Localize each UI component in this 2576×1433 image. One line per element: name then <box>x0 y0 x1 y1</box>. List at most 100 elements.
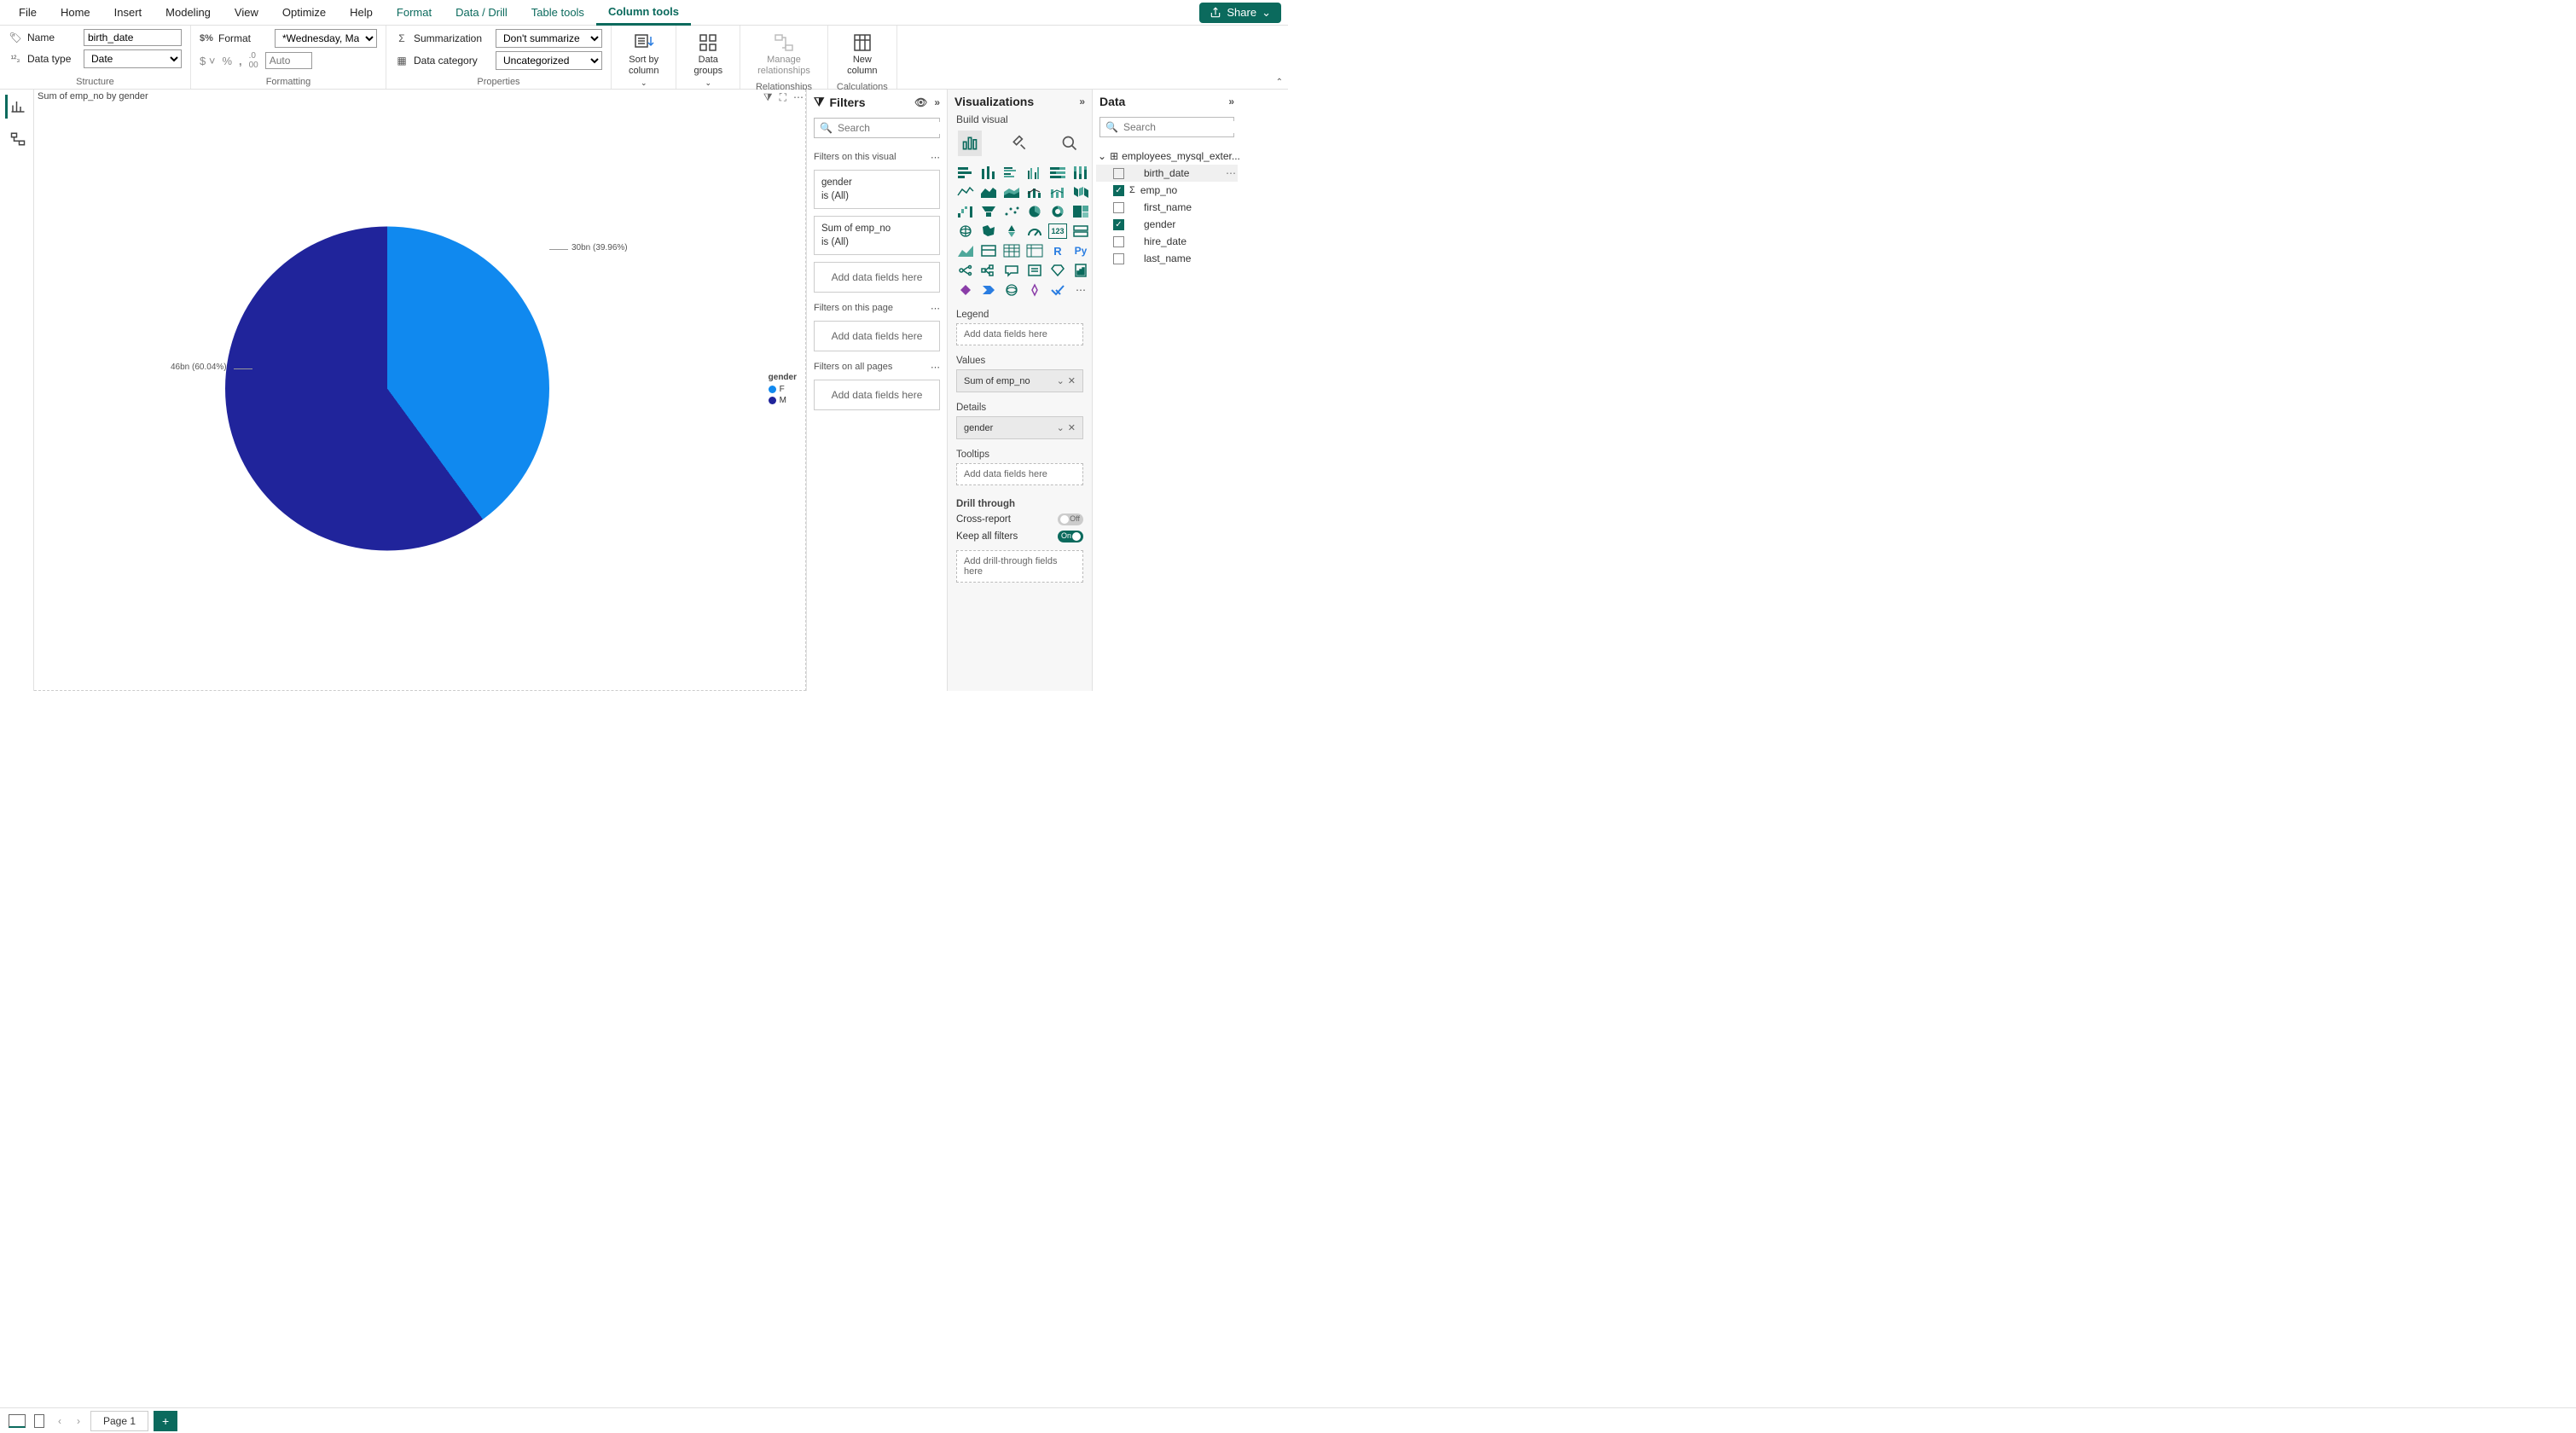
summarization-select[interactable]: Don't summarize <box>496 29 602 48</box>
viz-clustered-bar[interactable] <box>1002 165 1021 180</box>
filters-page-add[interactable]: Add data fields here <box>814 321 940 351</box>
menu-home[interactable]: Home <box>49 0 102 26</box>
more-icon[interactable]: ⋯ <box>1226 167 1236 179</box>
legend-well[interactable]: Add data fields here <box>956 323 1083 345</box>
checkbox-icon[interactable] <box>1113 168 1124 179</box>
menu-optimize[interactable]: Optimize <box>270 0 338 26</box>
keep-filters-toggle[interactable]: On <box>1058 531 1083 542</box>
viz-tab-format[interactable] <box>1007 131 1031 156</box>
menu-modeling[interactable]: Modeling <box>154 0 223 26</box>
page-prev[interactable]: ‹ <box>53 1415 67 1427</box>
pie-visual[interactable]: Sum of emp_no by gender ⧩ ⛶ ⋯ <box>34 90 805 690</box>
menu-format[interactable]: Format <box>385 0 444 26</box>
viz-python[interactable]: Py <box>1071 243 1090 258</box>
checkbox-icon[interactable]: ✓ <box>1113 185 1124 196</box>
viz-matrix[interactable] <box>1025 243 1044 258</box>
data-groups-button[interactable]: Data groups⌄ <box>685 29 731 91</box>
filter-card-gender[interactable]: gender is (All) <box>814 170 940 209</box>
sort-by-column-button[interactable]: Sort by column⌄ <box>620 29 667 91</box>
viz-funnel[interactable] <box>979 204 998 219</box>
viz-tab-build[interactable] <box>958 131 982 156</box>
cross-report-toggle[interactable]: Off <box>1058 513 1083 525</box>
collapse-icon[interactable]: » <box>1079 96 1085 107</box>
more-icon[interactable]: ⋯ <box>931 303 940 314</box>
more-icon[interactable]: ⋯ <box>931 152 940 163</box>
viz-area[interactable] <box>979 184 998 200</box>
viz-narrative[interactable] <box>1025 263 1044 278</box>
viz-line[interactable] <box>956 184 975 200</box>
viz-ribbon-chart[interactable] <box>1071 184 1090 200</box>
checkbox-icon[interactable] <box>1113 236 1124 247</box>
model-view-button[interactable] <box>5 127 29 151</box>
tooltips-well[interactable]: Add data fields here <box>956 463 1083 485</box>
legend-item-m[interactable]: M <box>769 396 797 405</box>
more-icon[interactable]: ⋯ <box>931 362 940 373</box>
viz-arcgis[interactable] <box>1002 282 1021 298</box>
viz-goals[interactable] <box>1048 263 1067 278</box>
viz-key-influencers[interactable] <box>956 263 975 278</box>
chevron-down-icon[interactable]: ⌄ <box>1057 422 1065 433</box>
viz-card[interactable]: 123 <box>1048 223 1067 239</box>
viz-slicer[interactable] <box>979 243 998 258</box>
viz-more[interactable]: ⋯ <box>1071 282 1090 298</box>
viz-paginated[interactable] <box>1071 263 1090 278</box>
filter-card-empno[interactable]: Sum of emp_no is (All) <box>814 216 940 255</box>
viz-stacked-column[interactable] <box>979 165 998 180</box>
table-node[interactable]: ⌄ ⊞ employees_mysql_exter... <box>1096 148 1238 165</box>
filters-all-add[interactable]: Add data fields here <box>814 380 940 410</box>
checkbox-icon[interactable] <box>1113 253 1124 264</box>
menu-table-tools[interactable]: Table tools <box>519 0 596 26</box>
filter-icon[interactable]: ⧩ <box>763 91 773 104</box>
viz-filled-map[interactable] <box>979 223 998 239</box>
viz-qa[interactable] <box>1002 263 1021 278</box>
drill-fields[interactable]: Add drill-through fields here <box>956 550 1083 583</box>
viz-treemap[interactable] <box>1071 204 1090 219</box>
focus-icon[interactable]: ⛶ <box>780 91 786 104</box>
viz-map[interactable] <box>956 223 975 239</box>
checkbox-icon[interactable]: ✓ <box>1113 219 1124 230</box>
viz-decomposition[interactable] <box>979 263 998 278</box>
legend-item-f[interactable]: F <box>769 385 797 394</box>
collapse-icon[interactable]: » <box>934 96 940 108</box>
menu-data-drill[interactable]: Data / Drill <box>444 0 519 26</box>
category-select[interactable]: Uncategorized <box>496 51 602 70</box>
viz-sparkline[interactable] <box>1025 282 1044 298</box>
report-canvas[interactable]: Sum of emp_no by gender ⧩ ⛶ ⋯ <box>34 90 806 691</box>
menu-column-tools[interactable]: Column tools <box>596 0 691 26</box>
menu-help[interactable]: Help <box>338 0 385 26</box>
viz-r[interactable]: R <box>1048 243 1067 258</box>
percent-button[interactable]: % <box>222 55 232 67</box>
viz-custom[interactable] <box>1048 282 1067 298</box>
checkbox-icon[interactable] <box>1113 202 1124 213</box>
menu-view[interactable]: View <box>223 0 270 26</box>
report-view-button[interactable] <box>5 95 29 119</box>
viz-stacked-area[interactable] <box>1002 184 1021 200</box>
viz-stacked-bar[interactable] <box>956 165 975 180</box>
chevron-down-icon[interactable]: ⌄ <box>1057 375 1065 386</box>
page-next[interactable]: › <box>72 1415 85 1427</box>
field-hire_date[interactable]: hire_date <box>1096 233 1238 250</box>
field-first_name[interactable]: first_name <box>1096 199 1238 216</box>
field-last_name[interactable]: last_name <box>1096 250 1238 267</box>
new-column-button[interactable]: New column <box>837 29 888 80</box>
viz-waterfall[interactable] <box>956 204 975 219</box>
viz-powerapps[interactable] <box>956 282 975 298</box>
viz-scatter[interactable] <box>1002 204 1021 219</box>
viz-donut[interactable] <box>1048 204 1067 219</box>
data-search[interactable]: 🔍 <box>1099 117 1234 137</box>
viz-combo1[interactable] <box>1025 184 1044 200</box>
details-well[interactable]: gender⌄✕ <box>956 416 1083 439</box>
mobile-view-button[interactable] <box>34 1414 44 1428</box>
field-emp_no[interactable]: ✓Σemp_no <box>1096 182 1238 199</box>
viz-clustered-column[interactable] <box>1025 165 1044 180</box>
viz-automate[interactable] <box>979 282 998 298</box>
currency-button[interactable]: $ ˅ <box>200 55 215 67</box>
add-page-button[interactable]: + <box>154 1411 177 1431</box>
ribbon-collapse-button[interactable]: ⌃ <box>1276 78 1283 87</box>
remove-icon[interactable]: ✕ <box>1068 375 1076 386</box>
name-input[interactable] <box>84 29 182 46</box>
viz-gauge[interactable] <box>1025 223 1044 239</box>
viz-100-column[interactable] <box>1071 165 1090 180</box>
page-tab-1[interactable]: Page 1 <box>90 1411 148 1431</box>
menu-insert[interactable]: Insert <box>102 0 154 26</box>
